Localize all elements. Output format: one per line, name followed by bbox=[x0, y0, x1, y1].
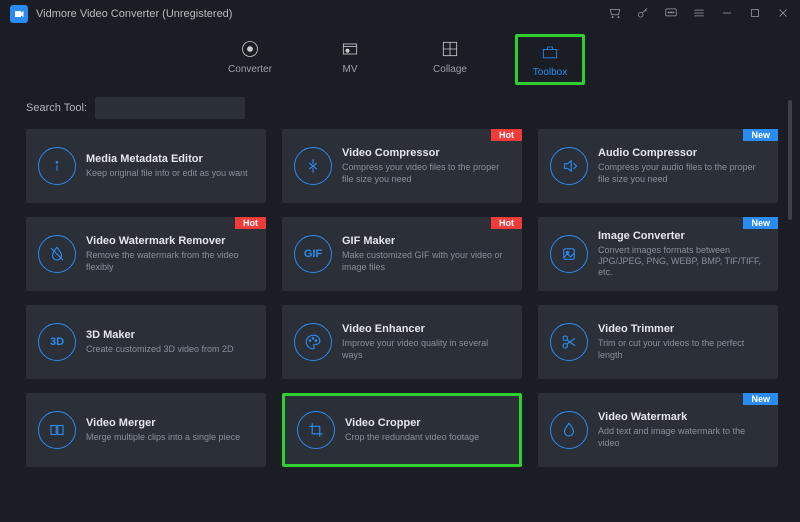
compress-icon bbox=[294, 147, 332, 185]
tool-video-cropper[interactable]: Video Cropper Crop the redundant video f… bbox=[282, 393, 522, 467]
app-logo bbox=[10, 5, 28, 23]
tool-title: Video Enhancer bbox=[342, 323, 510, 335]
search-row: Search Tool: bbox=[26, 97, 800, 119]
hot-badge: Hot bbox=[235, 217, 266, 229]
new-badge: New bbox=[743, 393, 778, 405]
key-icon[interactable] bbox=[636, 6, 650, 23]
tab-label: Converter bbox=[215, 64, 285, 75]
tab-label: Collage bbox=[415, 64, 485, 75]
search-input-wrap[interactable] bbox=[95, 97, 245, 119]
tool-desc: Crop the redundant video footage bbox=[345, 432, 507, 443]
tool-video-trimmer[interactable]: Video Trimmer Trim or cut your videos to… bbox=[538, 305, 778, 379]
tool-image-converter[interactable]: New Image Converter Convert images forma… bbox=[538, 217, 778, 291]
tool-desc: Convert images formats between JPG/JPEG,… bbox=[598, 245, 766, 279]
scrollbar[interactable] bbox=[788, 100, 792, 504]
tool-desc: Compress your audio files to the proper … bbox=[598, 162, 766, 185]
search-label: Search Tool: bbox=[26, 102, 87, 114]
search-input[interactable] bbox=[91, 102, 239, 114]
toolbox-icon bbox=[518, 41, 582, 63]
tool-title: Video Watermark bbox=[598, 411, 766, 423]
tab-collage[interactable]: Collage bbox=[415, 34, 485, 79]
tool-desc: Compress your video files to the proper … bbox=[342, 162, 510, 185]
tab-converter[interactable]: Converter bbox=[215, 34, 285, 79]
tool-title: Video Watermark Remover bbox=[86, 235, 254, 247]
maximize-button[interactable] bbox=[748, 6, 762, 23]
tool-3d-maker[interactable]: 3D 3D Maker Create customized 3D video f… bbox=[26, 305, 266, 379]
tool-video-merger[interactable]: Video Merger Merge multiple clips into a… bbox=[26, 393, 266, 467]
minimize-button[interactable] bbox=[720, 6, 734, 23]
tool-desc: Merge multiple clips into a single piece bbox=[86, 432, 254, 443]
feedback-icon[interactable] bbox=[664, 6, 678, 23]
palette-icon bbox=[294, 323, 332, 361]
converter-icon bbox=[215, 38, 285, 60]
3d-icon: 3D bbox=[38, 323, 76, 361]
tool-title: Video Trimmer bbox=[598, 323, 766, 335]
audio-compress-icon bbox=[550, 147, 588, 185]
scissors-icon bbox=[550, 323, 588, 361]
tool-title: Video Compressor bbox=[342, 147, 510, 159]
tool-gif-maker[interactable]: Hot GIF GIF Maker Make customized GIF wi… bbox=[282, 217, 522, 291]
tool-desc: Improve your video quality in several wa… bbox=[342, 338, 510, 361]
mv-icon bbox=[315, 38, 385, 60]
tool-title: Audio Compressor bbox=[598, 147, 766, 159]
merge-icon bbox=[38, 411, 76, 449]
new-badge: New bbox=[743, 129, 778, 141]
tool-title: Media Metadata Editor bbox=[86, 153, 254, 165]
close-button[interactable] bbox=[776, 6, 790, 23]
tool-desc: Remove the watermark from the video flex… bbox=[86, 250, 254, 273]
tool-desc: Create customized 3D video from 2D bbox=[86, 344, 254, 355]
tool-grid: Media Metadata Editor Keep original file… bbox=[0, 129, 800, 467]
menu-icon[interactable] bbox=[692, 6, 706, 23]
tool-title: GIF Maker bbox=[342, 235, 510, 247]
image-convert-icon bbox=[550, 235, 588, 273]
tool-desc: Trim or cut your videos to the perfect l… bbox=[598, 338, 766, 361]
titlebar: Vidmore Video Converter (Unregistered) bbox=[0, 0, 800, 28]
scroll-thumb[interactable] bbox=[788, 100, 792, 220]
new-badge: New bbox=[743, 217, 778, 229]
tool-video-watermark[interactable]: New Video Watermark Add text and image w… bbox=[538, 393, 778, 467]
crop-icon bbox=[297, 411, 335, 449]
cart-icon[interactable] bbox=[608, 6, 622, 23]
tool-video-compressor[interactable]: Hot Video Compressor Compress your video… bbox=[282, 129, 522, 203]
tool-video-watermark-remover[interactable]: Hot Video Watermark Remover Remove the w… bbox=[26, 217, 266, 291]
tool-desc: Make customized GIF with your video or i… bbox=[342, 250, 510, 273]
tool-title: 3D Maker bbox=[86, 329, 254, 341]
tool-desc: Keep original file info or edit as you w… bbox=[86, 168, 254, 179]
hot-badge: Hot bbox=[491, 217, 522, 229]
hot-badge: Hot bbox=[491, 129, 522, 141]
tool-video-enhancer[interactable]: Video Enhancer Improve your video qualit… bbox=[282, 305, 522, 379]
app-title: Vidmore Video Converter (Unregistered) bbox=[36, 8, 232, 20]
tool-audio-compressor[interactable]: New Audio Compressor Compress your audio… bbox=[538, 129, 778, 203]
tool-title: Image Converter bbox=[598, 230, 766, 242]
gif-icon: GIF bbox=[294, 235, 332, 273]
tool-title: Video Merger bbox=[86, 417, 254, 429]
tool-title: Video Cropper bbox=[345, 417, 507, 429]
window-controls bbox=[608, 6, 790, 23]
droplet-remove-icon bbox=[38, 235, 76, 273]
tab-mv[interactable]: MV bbox=[315, 34, 385, 79]
droplet-icon bbox=[550, 411, 588, 449]
tool-desc: Add text and image watermark to the vide… bbox=[598, 426, 766, 449]
tool-media-metadata-editor[interactable]: Media Metadata Editor Keep original file… bbox=[26, 129, 266, 203]
collage-icon bbox=[415, 38, 485, 60]
tab-toolbox[interactable]: Toolbox bbox=[515, 34, 585, 85]
tab-label: MV bbox=[315, 64, 385, 75]
main-tabs: Converter MV Collage Toolbox bbox=[0, 34, 800, 85]
info-icon bbox=[38, 147, 76, 185]
tab-label: Toolbox bbox=[518, 67, 582, 78]
